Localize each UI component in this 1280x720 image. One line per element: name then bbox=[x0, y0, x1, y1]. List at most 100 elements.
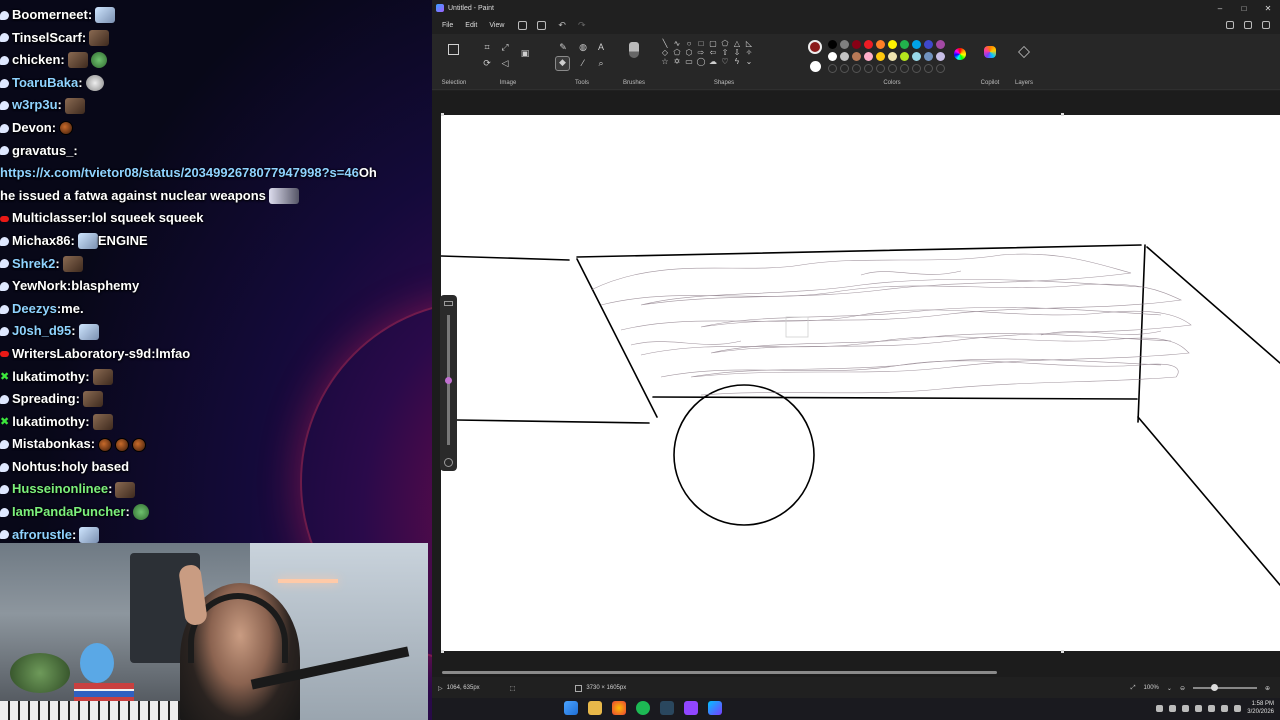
diamond-shape-icon[interactable]: ◇ bbox=[660, 49, 670, 57]
custom-color-slot[interactable] bbox=[936, 64, 945, 73]
zoom-in-icon[interactable]: ⊕ bbox=[1265, 685, 1270, 692]
tray-chevron-icon[interactable] bbox=[1156, 704, 1164, 712]
heart-shape-icon[interactable]: ♡ bbox=[720, 58, 730, 66]
crop-icon[interactable]: ⌗ bbox=[482, 42, 492, 52]
color-swatch[interactable] bbox=[924, 40, 933, 49]
copilot-icon[interactable] bbox=[984, 46, 996, 58]
tray-app-icon[interactable] bbox=[1195, 704, 1203, 712]
color-picker-icon[interactable]: ⁄ bbox=[578, 58, 588, 68]
custom-color-slot[interactable] bbox=[840, 64, 849, 73]
selection-tool-icon[interactable] bbox=[448, 44, 459, 55]
zoom-level[interactable]: 100% bbox=[1144, 685, 1159, 691]
color-swatch[interactable] bbox=[924, 52, 933, 61]
right-triangle-shape-icon[interactable]: ◺ bbox=[744, 40, 754, 48]
color-swatch[interactable] bbox=[900, 40, 909, 49]
custom-color-slot[interactable] bbox=[912, 64, 921, 73]
scrollbar-thumb[interactable] bbox=[442, 671, 997, 674]
share-icon[interactable] bbox=[537, 20, 547, 30]
color-swatch[interactable] bbox=[852, 40, 861, 49]
wifi-icon[interactable] bbox=[1221, 704, 1229, 712]
color-swatch[interactable] bbox=[864, 40, 873, 49]
zoom-slider-thumb[interactable] bbox=[1210, 684, 1218, 691]
brush-icon[interactable] bbox=[629, 42, 639, 58]
magnifier-icon[interactable]: ⌕ bbox=[596, 58, 606, 68]
rounded-rect-shape-icon[interactable]: ▢ bbox=[708, 40, 718, 48]
fill-icon[interactable]: ◍ bbox=[578, 42, 588, 52]
color-swatch[interactable] bbox=[936, 40, 945, 49]
volume-icon[interactable] bbox=[1234, 704, 1242, 712]
secondary-color-swatch[interactable] bbox=[810, 61, 821, 72]
color-swatch[interactable] bbox=[900, 52, 909, 61]
fit-to-window-icon[interactable]: ⤢ bbox=[1131, 685, 1136, 692]
custom-color-slot[interactable] bbox=[888, 64, 897, 73]
color-swatch[interactable] bbox=[936, 52, 945, 61]
brush-size-slider[interactable] bbox=[440, 295, 457, 471]
lightning-shape-icon[interactable]: ϟ bbox=[732, 58, 742, 66]
star6-shape-icon[interactable]: ✡ bbox=[672, 58, 682, 66]
chrome-icon[interactable] bbox=[612, 701, 626, 715]
color-swatch[interactable] bbox=[828, 52, 837, 61]
menu-view[interactable]: View bbox=[485, 22, 508, 29]
color-swatch[interactable] bbox=[912, 52, 921, 61]
line-shape-icon[interactable]: ╲ bbox=[660, 40, 670, 48]
polygon-shape-icon[interactable]: ⬠ bbox=[720, 40, 730, 48]
pentagon-shape-icon[interactable]: ⬠ bbox=[672, 49, 682, 57]
redo-icon[interactable]: ↷ bbox=[578, 20, 586, 31]
resize-icon[interactable]: ⤢ bbox=[500, 42, 510, 52]
more-shapes-icon[interactable]: ⌄ bbox=[744, 58, 754, 66]
custom-color-slot[interactable] bbox=[924, 64, 933, 73]
zoom-dropdown-icon[interactable]: ⌄ bbox=[1167, 685, 1172, 692]
callout-oval-shape-icon[interactable]: ◯ bbox=[696, 58, 706, 66]
save-icon[interactable] bbox=[518, 20, 528, 30]
file-explorer-icon[interactable] bbox=[588, 701, 602, 715]
color-swatch[interactable] bbox=[912, 40, 921, 49]
arrow-left-shape-icon[interactable]: ⇦ bbox=[708, 49, 718, 57]
zoom-slider[interactable] bbox=[1192, 684, 1257, 691]
arrow-right-shape-icon[interactable]: ⇨ bbox=[696, 49, 706, 57]
slider-thumb[interactable] bbox=[445, 377, 452, 384]
minimize-button[interactable]: – bbox=[1208, 4, 1232, 13]
obs-icon[interactable] bbox=[684, 701, 698, 715]
comment-icon[interactable] bbox=[1226, 21, 1234, 29]
custom-color-slot[interactable] bbox=[828, 64, 837, 73]
rotate-icon[interactable]: ⟳ bbox=[482, 58, 492, 68]
spotify-icon[interactable] bbox=[636, 701, 650, 715]
triangle-shape-icon[interactable]: △ bbox=[732, 40, 742, 48]
resize-handle[interactable] bbox=[1061, 650, 1064, 653]
color-swatch[interactable] bbox=[840, 52, 849, 61]
undo-icon[interactable]: ↶ bbox=[558, 20, 566, 31]
star4-shape-icon[interactable]: ✧ bbox=[744, 49, 754, 57]
menu-edit[interactable]: Edit bbox=[461, 22, 481, 29]
tray-app-icon[interactable] bbox=[1169, 704, 1177, 712]
color-swatch[interactable] bbox=[864, 52, 873, 61]
zoom-out-icon[interactable]: ⊖ bbox=[1180, 685, 1185, 692]
color-swatch[interactable] bbox=[840, 40, 849, 49]
cloud-shape-icon[interactable]: ☁ bbox=[708, 58, 718, 66]
color-swatch[interactable] bbox=[876, 52, 885, 61]
flip-icon[interactable]: ◁ bbox=[500, 58, 510, 68]
hexagon-shape-icon[interactable]: ⬡ bbox=[684, 49, 694, 57]
tray-app-icon[interactable] bbox=[1208, 704, 1216, 712]
edit-colors-icon[interactable] bbox=[954, 48, 966, 60]
sparkle-icon[interactable] bbox=[1244, 21, 1252, 29]
eraser-icon[interactable]: ◆ bbox=[555, 56, 570, 71]
custom-color-slot[interactable] bbox=[900, 64, 909, 73]
horizontal-scrollbar[interactable] bbox=[432, 670, 1280, 676]
steam-icon[interactable] bbox=[660, 701, 674, 715]
paint-taskbar-icon[interactable] bbox=[708, 701, 722, 715]
start-icon[interactable] bbox=[564, 701, 578, 715]
custom-color-slot[interactable] bbox=[852, 64, 861, 73]
maximize-button[interactable]: □ bbox=[1232, 4, 1256, 13]
arrow-down-shape-icon[interactable]: ⇩ bbox=[732, 49, 742, 57]
image-select-icon[interactable]: ▣ bbox=[520, 48, 530, 58]
resize-handle[interactable] bbox=[441, 113, 444, 116]
color-swatch[interactable] bbox=[828, 40, 837, 49]
resize-handle[interactable] bbox=[441, 650, 444, 653]
text-icon[interactable]: A bbox=[596, 42, 606, 52]
pencil-icon[interactable]: ✎ bbox=[558, 42, 568, 52]
settings-icon[interactable] bbox=[1262, 21, 1270, 29]
close-button[interactable]: ✕ bbox=[1256, 4, 1280, 13]
drawing-canvas[interactable] bbox=[441, 115, 1280, 651]
chat-link[interactable]: https://x.com/tvietor08/status/203499267… bbox=[0, 162, 359, 185]
rectangle-shape-icon[interactable]: □ bbox=[696, 40, 706, 48]
